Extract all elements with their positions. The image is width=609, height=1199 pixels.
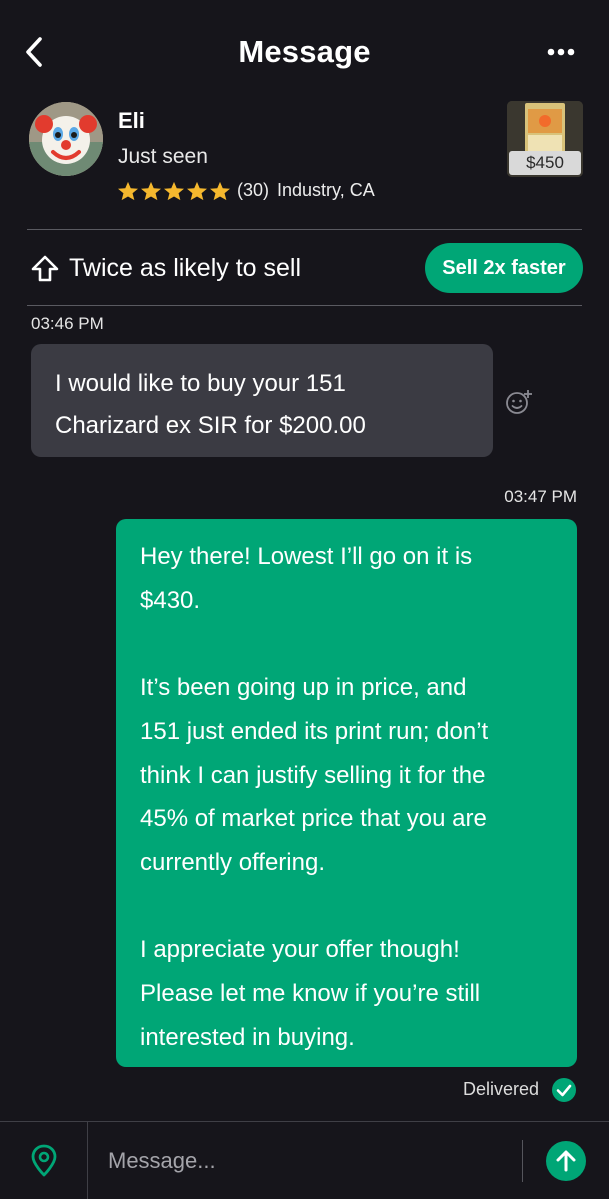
incoming-message-bubble[interactable]: I would like to buy your 151 Charizard e… (31, 344, 493, 457)
seller-profile: Eli Just seen (30) Industry, CA $450 (0, 98, 609, 218)
seller-location: Industry, CA (277, 180, 375, 200)
more-options-button[interactable] (541, 38, 581, 66)
add-reaction-button[interactable] (505, 388, 533, 416)
message-line: currently offering. (140, 848, 325, 876)
message-composer (0, 1121, 609, 1199)
message-line: I appreciate your offer though! (140, 936, 460, 964)
listing-price: $450 (509, 151, 581, 175)
message-line: Charizard ex SIR for $200.00 (55, 412, 366, 439)
check-circle-icon (552, 1078, 576, 1102)
star-icon (187, 181, 207, 200)
listing-thumbnail[interactable]: $450 (507, 101, 583, 177)
message-line: think I can justify selling it for the (140, 761, 486, 789)
rating-stars (117, 181, 231, 201)
seller-name[interactable]: Eli (118, 108, 145, 134)
seller-rating[interactable]: (30) Industry, CA (117, 180, 375, 201)
sell-faster-button[interactable]: Sell 2x faster (425, 243, 583, 293)
message-line: interested in buying. (140, 1023, 355, 1051)
message-timestamp: 03:46 PM (31, 314, 104, 333)
arrow-up-outline-icon (31, 255, 59, 282)
star-icon (164, 181, 184, 200)
share-location-button[interactable] (0, 1122, 88, 1199)
divider (522, 1140, 523, 1182)
review-count: (30) (237, 180, 270, 200)
promo-text: Twice as likely to sell (69, 254, 302, 282)
smiley-plus-icon (506, 390, 532, 414)
clown-face-icon (29, 102, 103, 176)
message-line: 45% of market price that you are (140, 805, 487, 833)
page-title: Message (238, 34, 371, 69)
message-line: Please let me know if you’re still (140, 980, 481, 1007)
message-input[interactable] (108, 1142, 508, 1180)
star-icon (118, 181, 138, 200)
message-line: I would like to buy your 151 (55, 370, 346, 397)
divider (27, 305, 582, 306)
message-line: It’s been going up in price, and (140, 674, 467, 702)
message-line: $430. (140, 586, 201, 614)
message-line: Hey there! Lowest I’ll go on it is (140, 543, 473, 570)
delivery-status: Delivered (462, 1079, 539, 1099)
send-button[interactable] (546, 1141, 586, 1181)
avatar[interactable] (29, 102, 103, 176)
star-icon (210, 181, 230, 200)
message-line: 151 just ended its print run; don’t (140, 717, 489, 745)
header: Message (0, 0, 609, 100)
message-timestamp: 03:47 PM (504, 487, 577, 506)
send-arrow-up-icon (556, 1150, 576, 1172)
seller-status: Just seen (118, 145, 208, 168)
outgoing-message-bubble[interactable]: Hey there! Lowest I’ll go on it is $430.… (116, 519, 577, 1067)
more-dots-icon (547, 48, 575, 56)
promo-bar: Twice as likely to sell Sell 2x faster (0, 230, 609, 306)
star-icon (141, 181, 161, 200)
location-pin-icon (31, 1144, 56, 1177)
